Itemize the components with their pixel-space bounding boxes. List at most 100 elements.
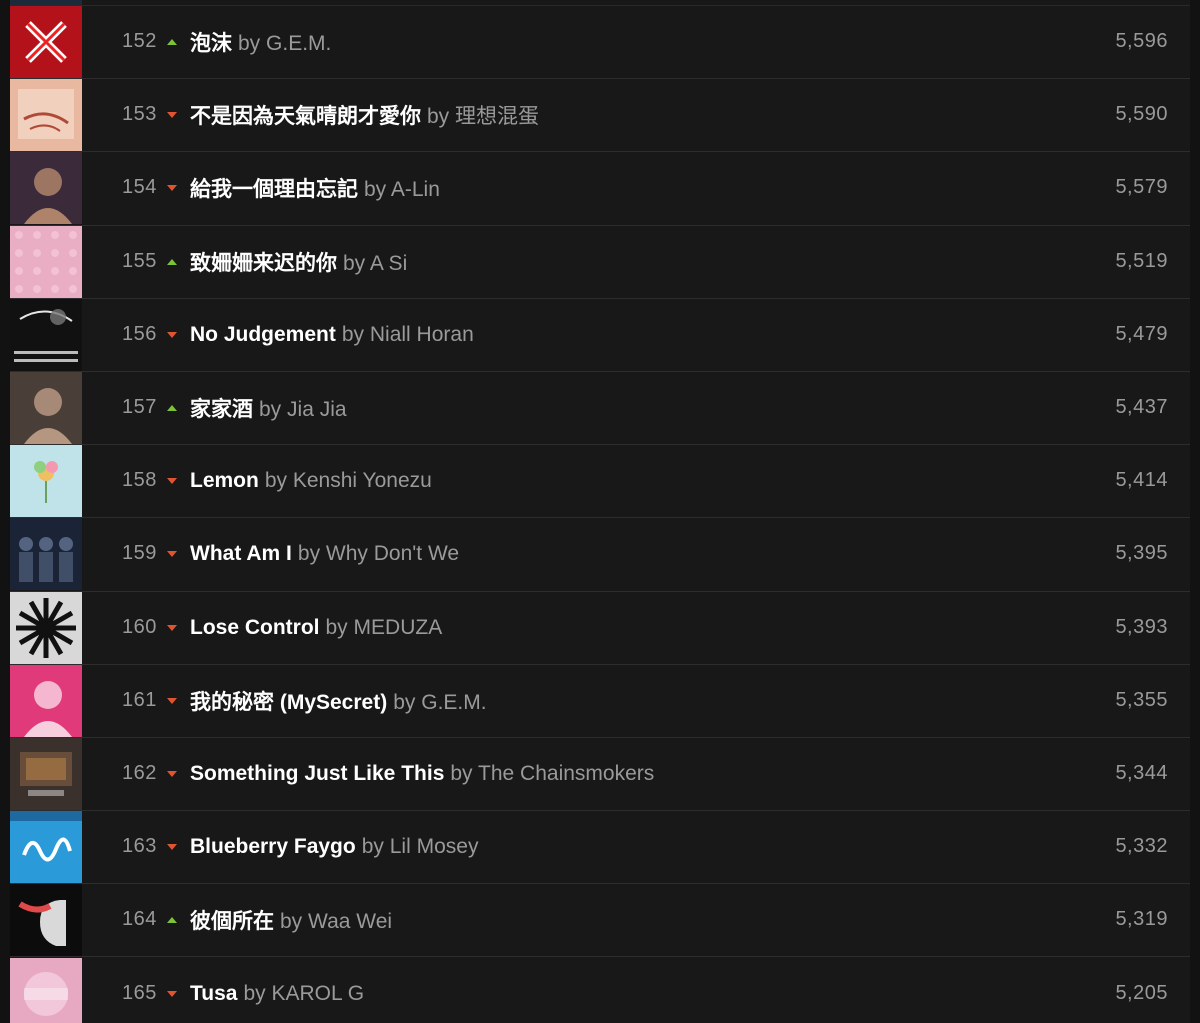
chart-row[interactable]: 160 Lose Control by MEDUZA 5,393 [10, 591, 1190, 665]
album-art[interactable] [10, 225, 82, 298]
album-art[interactable] [10, 811, 82, 884]
by-label: by [280, 910, 303, 934]
chart-row[interactable]: 163 Blueberry Faygo by Lil Mosey 5,332 [10, 811, 1190, 885]
track-info: No Judgement by Niall Horan [190, 323, 474, 347]
trend-down-icon [167, 844, 177, 851]
artist-name-link[interactable]: KAROL G [272, 982, 365, 1005]
track-title-link[interactable]: 泡沫 [190, 32, 232, 55]
artist-name-link[interactable]: MEDUZA [354, 616, 443, 639]
stream-count: 5,393 [1115, 615, 1168, 638]
trend-down-icon [167, 551, 177, 558]
artist-name-link[interactable]: 理想混蛋 [455, 105, 539, 128]
album-art[interactable] [10, 737, 82, 810]
rank-number: 160 [122, 615, 157, 638]
artist-name-link[interactable]: Lil Mosey [390, 835, 479, 858]
chart-row[interactable]: 153 不是因為天氣晴朗才愛你 by 理想混蛋 5,590 [10, 79, 1190, 153]
by-label: by [341, 322, 365, 346]
trend-up-icon [167, 39, 177, 46]
track-info: 泡沫 by G.E.M. [190, 27, 331, 57]
chart-row[interactable]: 158 Lemon by Kenshi Yonezu 5,414 [10, 445, 1190, 519]
trend-down-icon [167, 112, 177, 119]
by-label: by [427, 105, 450, 129]
artist-name-link[interactable]: Waa Wei [308, 910, 392, 933]
by-label: by [243, 981, 266, 1005]
trend-down-icon [167, 697, 177, 704]
album-art[interactable] [10, 591, 82, 664]
chart-row[interactable]: 165 Tusa by KAROL G 5,205 [10, 957, 1190, 1023]
rank-number: 156 [122, 322, 157, 345]
chart-row[interactable]: 152 泡沫 by G.E.M. 5,596 [10, 6, 1190, 80]
by-label: by [259, 398, 282, 422]
artist-name-link[interactable]: Jia Jia [287, 398, 347, 421]
track-title-link[interactable]: Lemon [190, 469, 259, 492]
trend-down-icon [167, 185, 177, 192]
artist-name-link[interactable]: Kenshi Yonezu [293, 469, 432, 492]
album-art[interactable] [10, 884, 82, 957]
chart-row[interactable]: 159 What Am Iby Why Don't We 5,395 [10, 518, 1190, 592]
artist-name-link[interactable]: Why Don't We [326, 542, 459, 565]
artist-name-link[interactable]: G.E.M. [266, 32, 331, 55]
track-title-link[interactable]: 給我一個理由忘記 [190, 178, 358, 201]
trend-down-icon [167, 990, 177, 997]
by-label: by [393, 690, 416, 714]
track-info: Lose Control by MEDUZA [190, 616, 442, 640]
stream-count: 5,479 [1115, 322, 1168, 345]
track-title-link[interactable]: What Am I [190, 542, 292, 565]
chart-row[interactable]: 161 我的秘密 (MySecret) by G.E.M. 5,355 [10, 664, 1190, 738]
track-title-link[interactable]: 彼個所在 [190, 910, 274, 933]
chart-row[interactable]: 164 彼個所在 by Waa Wei 5,319 [10, 884, 1190, 958]
artist-name-link[interactable]: A-Lin [391, 178, 440, 201]
stream-count: 5,319 [1115, 908, 1168, 931]
album-art[interactable] [10, 957, 82, 1023]
by-label: by [361, 835, 384, 859]
trend-up-icon [167, 405, 177, 412]
chart-row[interactable]: 162 Something Just Like This by The Chains… [10, 737, 1190, 812]
rank-number: 165 [122, 981, 157, 1004]
album-art[interactable] [10, 152, 82, 225]
artist-name-link[interactable]: G.E.M. [421, 691, 486, 714]
track-title-link[interactable]: Something Just Like This [190, 762, 444, 785]
trend-down-icon [167, 624, 177, 631]
stream-count: 5,355 [1115, 688, 1168, 711]
artist-name-link[interactable]: A Si [370, 252, 407, 275]
album-art[interactable] [10, 79, 82, 152]
album-art[interactable] [10, 445, 82, 518]
album-art[interactable] [10, 298, 82, 371]
track-title-link[interactable]: 家家酒 [190, 398, 253, 421]
chart-row[interactable]: 154 給我一個理由忘記 by A-Lin 5,579 [10, 152, 1190, 226]
album-art[interactable] [10, 518, 82, 591]
rank-number: 163 [122, 835, 157, 858]
artist-name-link[interactable]: Niall Horan [370, 323, 474, 346]
stream-count: 5,395 [1115, 542, 1168, 565]
stream-count: 5,437 [1115, 396, 1168, 419]
by-label: by [343, 251, 366, 275]
track-info: What Am Iby Why Don't We [190, 542, 459, 566]
stream-count: 5,332 [1115, 835, 1168, 858]
track-title-link[interactable]: 致姍姍来迟的你 [190, 252, 337, 275]
trend-down-icon [167, 478, 177, 485]
track-info: 我的秘密 (MySecret) by G.E.M. [190, 686, 487, 716]
rank-number: 162 [122, 762, 157, 785]
track-info: 家家酒 by Jia Jia [190, 393, 347, 423]
track-title-link[interactable]: No Judgement [190, 323, 336, 346]
chart-row[interactable]: 156 No Judgement by Niall Horan 5,479 [10, 298, 1190, 372]
rank-number: 161 [122, 688, 157, 711]
artist-name-link[interactable]: The Chainsmokers [478, 762, 654, 785]
stream-count: 5,414 [1115, 469, 1168, 492]
album-art[interactable] [10, 6, 82, 79]
trend-down-icon [167, 770, 177, 777]
track-title-link[interactable]: Lose Control [190, 616, 320, 639]
chart-row[interactable]: 155 致姍姍来迟的你 by A Si 5,519 [10, 225, 1190, 299]
track-title-link[interactable]: Blueberry Faygo [190, 835, 356, 858]
stream-count: 5,590 [1115, 103, 1168, 126]
by-label: by [325, 615, 348, 639]
track-title-link[interactable]: 我的秘密 (MySecret) [190, 691, 387, 714]
chart-row[interactable]: 157 家家酒 by Jia Jia 5,437 [10, 371, 1190, 446]
rank-number: 157 [122, 396, 157, 419]
rank-number: 159 [122, 542, 157, 565]
track-title-link[interactable]: 不是因為天氣晴朗才愛你 [190, 105, 421, 128]
track-title-link[interactable]: Tusa [190, 982, 237, 1005]
track-info: 不是因為天氣晴朗才愛你 by 理想混蛋 [190, 100, 539, 130]
album-art[interactable] [10, 664, 82, 737]
album-art[interactable] [10, 372, 82, 445]
